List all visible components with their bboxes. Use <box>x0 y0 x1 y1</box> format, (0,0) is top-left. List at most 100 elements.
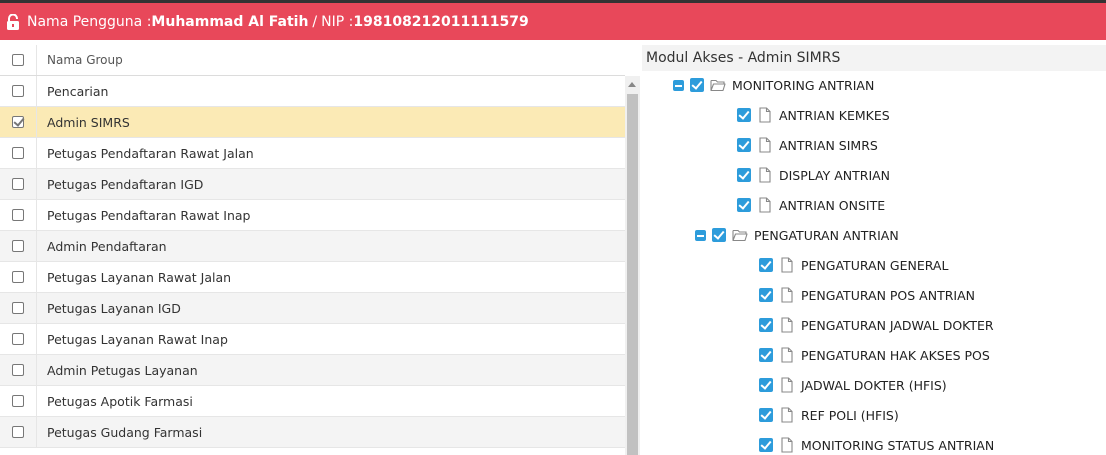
row-checkbox[interactable] <box>12 116 24 128</box>
checked-checkbox-icon[interactable] <box>759 348 773 362</box>
tree-node[interactable]: MONITORING ANTRIAN <box>673 75 874 95</box>
checked-checkbox-icon[interactable] <box>759 408 773 422</box>
row-checkbox[interactable] <box>12 426 24 438</box>
file-icon <box>779 257 795 273</box>
file-icon <box>757 167 773 183</box>
group-name: Admin Petugas Layanan <box>47 362 198 378</box>
row-checkbox-cell <box>0 262 37 292</box>
tree-node[interactable]: PENGATURAN ANTRIAN <box>695 225 899 245</box>
tree-node[interactable]: PENGATURAN HAK AKSES POS <box>759 345 990 365</box>
table-row[interactable]: Petugas Layanan IGD <box>0 293 625 324</box>
row-checkbox[interactable] <box>12 271 24 283</box>
folder-open-icon <box>710 77 726 93</box>
table-row[interactable]: Petugas Pendaftaran Rawat Jalan <box>0 138 625 169</box>
file-icon <box>779 317 795 333</box>
row-checkbox[interactable] <box>12 302 24 314</box>
group-name: Petugas Layanan IGD <box>47 300 181 316</box>
file-icon <box>779 347 795 363</box>
tree-node[interactable]: JADWAL DOKTER (HFIS) <box>759 375 947 395</box>
header-separator: / <box>312 13 318 30</box>
tree-node[interactable]: PENGATURAN JADWAL DOKTER <box>759 315 994 335</box>
table-row[interactable]: Admin Pendaftaran <box>0 231 625 262</box>
group-name: Admin SIMRS <box>47 114 130 130</box>
row-checkbox[interactable] <box>12 395 24 407</box>
file-icon <box>757 107 773 123</box>
checked-checkbox-icon[interactable] <box>737 198 751 212</box>
row-checkbox-cell <box>0 200 37 230</box>
tree-node-label: PENGATURAN POS ANTRIAN <box>801 287 975 303</box>
tree-node-label: JADWAL DOKTER (HFIS) <box>801 377 947 393</box>
checked-checkbox-icon[interactable] <box>759 378 773 392</box>
tree-node-label: PENGATURAN JADWAL DOKTER <box>801 317 994 333</box>
row-checkbox[interactable] <box>12 178 24 190</box>
select-all-checkbox[interactable] <box>12 54 24 66</box>
row-checkbox[interactable] <box>12 333 24 345</box>
group-name: Petugas Apotik Farmasi <box>47 393 193 409</box>
tree-node-label: PENGATURAN GENERAL <box>801 257 949 273</box>
table-row[interactable]: Pencarian <box>0 76 625 107</box>
table-header-row: Nama Group <box>0 45 625 76</box>
table-row[interactable]: Admin SIMRS <box>0 107 625 138</box>
row-checkbox-cell <box>0 169 37 199</box>
table-row[interactable]: Petugas Pendaftaran IGD <box>0 169 625 200</box>
group-name: Petugas Gudang Farmasi <box>47 424 203 440</box>
table-row[interactable]: Petugas Layanan Rawat Jalan <box>0 262 625 293</box>
checked-checkbox-icon[interactable] <box>759 318 773 332</box>
group-name: Admin Pendaftaran <box>47 238 167 254</box>
checked-checkbox-icon[interactable] <box>690 78 704 92</box>
row-checkbox-cell <box>0 107 37 137</box>
collapse-icon[interactable] <box>695 229 706 241</box>
table-row[interactable]: Petugas Pendaftaran Rawat Inap <box>0 200 625 231</box>
row-checkbox[interactable] <box>12 364 24 376</box>
table-row[interactable]: Petugas Apotik Farmasi <box>0 386 625 417</box>
row-checkbox-cell <box>0 417 37 447</box>
tree-node[interactable]: ANTRIAN KEMKES <box>737 105 890 125</box>
folder-open-icon <box>732 227 748 243</box>
tree-node[interactable]: DISPLAY ANTRIAN <box>737 165 890 185</box>
table-row[interactable]: Petugas Layanan Rawat Inap <box>0 324 625 355</box>
row-checkbox[interactable] <box>12 147 24 159</box>
checked-checkbox-icon[interactable] <box>759 288 773 302</box>
checked-checkbox-icon[interactable] <box>737 138 751 152</box>
checked-checkbox-icon[interactable] <box>712 228 726 242</box>
row-checkbox-cell <box>0 76 37 106</box>
tree-node[interactable]: PENGATURAN POS ANTRIAN <box>759 285 975 305</box>
checked-checkbox-icon[interactable] <box>759 258 773 272</box>
table-row[interactable]: Admin Petugas Layanan <box>0 355 625 386</box>
table-scrollbar[interactable] <box>625 76 640 455</box>
user-label: Nama Pengguna : <box>27 13 152 30</box>
row-checkbox-cell <box>0 355 37 385</box>
select-all-cell <box>0 45 37 75</box>
tree-node[interactable]: PENGATURAN GENERAL <box>759 255 948 275</box>
row-checkbox[interactable] <box>12 85 24 97</box>
row-checkbox-cell <box>0 293 37 323</box>
checked-checkbox-icon[interactable] <box>759 438 773 452</box>
tree-node-label: MONITORING STATUS ANTRIAN <box>801 437 995 453</box>
file-icon <box>757 197 773 213</box>
collapse-icon[interactable] <box>673 79 684 91</box>
row-checkbox-cell <box>0 324 37 354</box>
tree-node-label: REF POLI (HFIS) <box>801 407 899 423</box>
scroll-up-arrow-icon[interactable] <box>628 82 636 87</box>
table-row[interactable]: Petugas Gudang Farmasi <box>0 417 625 448</box>
scrollbar-thumb[interactable] <box>627 94 638 455</box>
tree-node[interactable]: MONITORING STATUS ANTRIAN <box>759 435 994 455</box>
file-icon <box>779 287 795 303</box>
unlock-icon <box>7 13 19 30</box>
row-checkbox[interactable] <box>12 209 24 221</box>
group-name: Petugas Layanan Rawat Inap <box>47 331 228 347</box>
tree-node[interactable]: REF POLI (HFIS) <box>759 405 899 425</box>
group-name: Petugas Pendaftaran IGD <box>47 176 204 192</box>
nip-label: NIP : <box>321 13 354 30</box>
group-table: Nama Group Pencarian Admin SIMRS Petugas P… <box>0 45 640 455</box>
row-checkbox-cell <box>0 231 37 261</box>
checked-checkbox-icon[interactable] <box>737 108 751 122</box>
file-icon <box>779 407 795 423</box>
row-checkbox-cell <box>0 386 37 416</box>
tree-node[interactable]: ANTRIAN ONSITE <box>737 195 885 215</box>
checked-checkbox-icon[interactable] <box>737 168 751 182</box>
row-checkbox[interactable] <box>12 240 24 252</box>
group-name: Petugas Layanan Rawat Jalan <box>47 269 232 285</box>
tree-node-label: PENGATURAN HAK AKSES POS <box>801 347 990 363</box>
tree-node[interactable]: ANTRIAN SIMRS <box>737 135 878 155</box>
